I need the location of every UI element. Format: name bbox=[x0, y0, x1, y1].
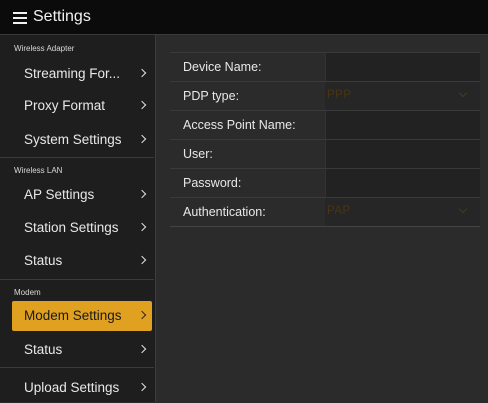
chevron-down-icon bbox=[458, 204, 468, 214]
chevron-right-icon bbox=[137, 344, 147, 354]
user-field[interactable] bbox=[325, 140, 480, 168]
chevron-right-icon bbox=[137, 222, 147, 232]
sidebar-item-label: Proxy Format bbox=[24, 98, 106, 113]
form-row-password: Password: bbox=[170, 168, 480, 197]
sidebar-item-label: Modem Settings bbox=[24, 308, 122, 323]
pdp-type-value: PPP bbox=[327, 89, 352, 101]
section-divider bbox=[0, 367, 154, 368]
sidebar-item-system-settings[interactable]: System Settings bbox=[12, 125, 152, 155]
page-title: Settings bbox=[33, 8, 91, 25]
form-row-user: User: bbox=[170, 139, 480, 168]
section-divider bbox=[0, 279, 154, 280]
access-point-name-label: Access Point Name: bbox=[183, 118, 296, 132]
authentication-select[interactable]: PAP bbox=[325, 198, 480, 226]
title-bar: Settings bbox=[0, 0, 488, 35]
hamburger-menu-icon[interactable] bbox=[13, 12, 27, 24]
password-field[interactable] bbox=[325, 169, 480, 197]
form-row-access-point-name: Access Point Name: bbox=[170, 110, 480, 139]
modem-settings-form: Device Name: PDP type: PPP Access Point … bbox=[170, 52, 480, 227]
sidebar-item-proxy-format[interactable]: Proxy Format bbox=[12, 91, 152, 121]
sidebar-item-modem-status[interactable]: Status bbox=[12, 335, 152, 365]
sidebar-item-label: AP Settings bbox=[24, 187, 95, 202]
section-label-wireless-adapter: Wireless Adapter bbox=[14, 44, 75, 53]
authentication-label: Authentication: bbox=[183, 205, 266, 219]
modem-settings-panel: Device Name: PDP type: PPP Access Point … bbox=[156, 35, 488, 402]
sidebar-item-label: System Settings bbox=[24, 132, 122, 147]
settings-sidebar: Wireless Adapter Streaming For... Proxy … bbox=[0, 35, 156, 402]
authentication-value: PAP bbox=[327, 205, 351, 217]
device-name-label: Device Name: bbox=[183, 60, 262, 74]
sidebar-item-label: Upload Settings bbox=[24, 380, 120, 395]
form-row-device-name: Device Name: bbox=[170, 52, 480, 81]
section-label-modem: Modem bbox=[14, 288, 41, 297]
chevron-right-icon bbox=[137, 382, 147, 392]
sidebar-item-label: Streaming For... bbox=[24, 66, 121, 81]
chevron-right-icon bbox=[137, 68, 147, 78]
chevron-right-icon bbox=[137, 100, 147, 110]
access-point-name-field[interactable] bbox=[325, 111, 480, 139]
sidebar-item-label: Status bbox=[24, 253, 63, 268]
form-row-authentication: Authentication: PAP bbox=[170, 197, 480, 227]
chevron-right-icon bbox=[137, 255, 147, 265]
chevron-right-icon bbox=[137, 189, 147, 199]
sidebar-item-label: Status bbox=[24, 342, 63, 357]
chevron-right-icon bbox=[137, 310, 147, 320]
section-divider bbox=[0, 157, 154, 158]
sidebar-item-upload-settings[interactable]: Upload Settings bbox=[12, 373, 152, 403]
sidebar-item-modem-settings[interactable]: Modem Settings bbox=[12, 301, 152, 331]
pdp-type-label: PDP type: bbox=[183, 89, 240, 103]
device-name-field[interactable] bbox=[325, 53, 480, 81]
user-label: User: bbox=[183, 147, 213, 161]
chevron-down-icon bbox=[458, 88, 468, 98]
sidebar-item-ap-settings[interactable]: AP Settings bbox=[12, 180, 152, 210]
sidebar-item-label: Station Settings bbox=[24, 220, 119, 235]
sidebar-item-streaming-format[interactable]: Streaming For... bbox=[12, 59, 152, 89]
chevron-right-icon bbox=[137, 134, 147, 144]
pdp-type-select[interactable]: PPP bbox=[325, 82, 480, 110]
form-row-pdp-type: PDP type: PPP bbox=[170, 81, 480, 110]
sidebar-item-station-settings[interactable]: Station Settings bbox=[12, 213, 152, 243]
section-label-wireless-lan: Wireless LAN bbox=[14, 166, 63, 175]
password-label: Password: bbox=[183, 176, 242, 190]
sidebar-item-wlan-status[interactable]: Status bbox=[12, 246, 152, 276]
